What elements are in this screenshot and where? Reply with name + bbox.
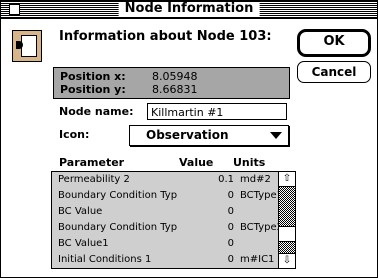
row-value: 0 (227, 206, 234, 217)
node-name-label: Node name: (59, 105, 134, 118)
close-box[interactable] (9, 4, 20, 15)
position-x-value: 8.05948 (152, 70, 198, 83)
icon-popup-menu[interactable]: Observation (129, 125, 289, 146)
row-units: BCType1 (240, 190, 278, 201)
parameter-list[interactable]: Permeability 2 0.1 md#2 Boundary Conditi… (51, 171, 296, 269)
icon-label: Icon: (59, 128, 90, 141)
table-row[interactable]: BC Value 0 (52, 204, 278, 220)
node-name-field[interactable]: Killmartin #1 (147, 103, 287, 120)
triangle-down-icon (270, 132, 282, 139)
table-row[interactable]: Permeability 2 0.1 md#2 (52, 172, 278, 188)
row-parameter: Boundary Condition Typ (58, 190, 178, 201)
table-row[interactable]: BC Value1 0 (52, 236, 278, 252)
scroll-down-arrow-icon[interactable]: ⇩ (279, 253, 295, 268)
scroll-thumb[interactable] (279, 226, 295, 242)
window-title: Node Information (118, 2, 260, 16)
vertical-scrollbar[interactable]: ⇧ ⇩ (278, 172, 295, 268)
node-information-dialog: Node Information Information about Node … (0, 0, 378, 278)
row-parameter: Permeability 2 (58, 174, 130, 185)
row-value: 0 (227, 222, 234, 233)
parameter-rows: Permeability 2 0.1 md#2 Boundary Conditi… (52, 172, 278, 268)
row-value: 0.1 (218, 174, 234, 185)
title-bar[interactable]: Node Information (1, 1, 377, 19)
position-y-value: 8.66831 (152, 83, 198, 96)
row-parameter: Boundary Condition Typ (58, 222, 178, 233)
table-row[interactable]: Initial Conditions 1 0 m#IC1 (52, 252, 278, 268)
cancel-button[interactable]: Cancel (297, 61, 371, 83)
table-row[interactable]: Boundary Condition Typ 0 BCType2 (52, 220, 278, 236)
scroll-up-arrow-icon[interactable]: ⇧ (279, 172, 295, 187)
icon-popup-value: Observation (146, 128, 229, 142)
column-header-value: Value (179, 156, 214, 169)
column-header-units: Units (233, 156, 266, 169)
row-parameter: Initial Conditions 1 (58, 254, 152, 265)
row-units: BCType2 (240, 222, 278, 233)
row-value: 0 (227, 190, 234, 201)
info-document-icon (12, 30, 42, 62)
row-parameter: BC Value (58, 206, 103, 217)
row-parameter: BC Value1 (58, 238, 109, 249)
position-y-label: Position y: (60, 83, 126, 96)
row-value: 0 (227, 254, 234, 265)
dialog-heading: Information about Node 103: (59, 29, 272, 44)
ok-button[interactable]: OK (297, 29, 371, 57)
column-header-parameter: Parameter (59, 156, 125, 169)
position-x-label: Position x: (60, 70, 126, 83)
position-box: Position x: 8.05948 Position y: 8.66831 (53, 67, 290, 99)
row-value: 0 (227, 238, 234, 249)
row-units: md#2 (240, 174, 271, 185)
table-row[interactable]: Boundary Condition Typ 0 BCType1 (52, 188, 278, 204)
row-units: m#IC1 (240, 254, 275, 265)
